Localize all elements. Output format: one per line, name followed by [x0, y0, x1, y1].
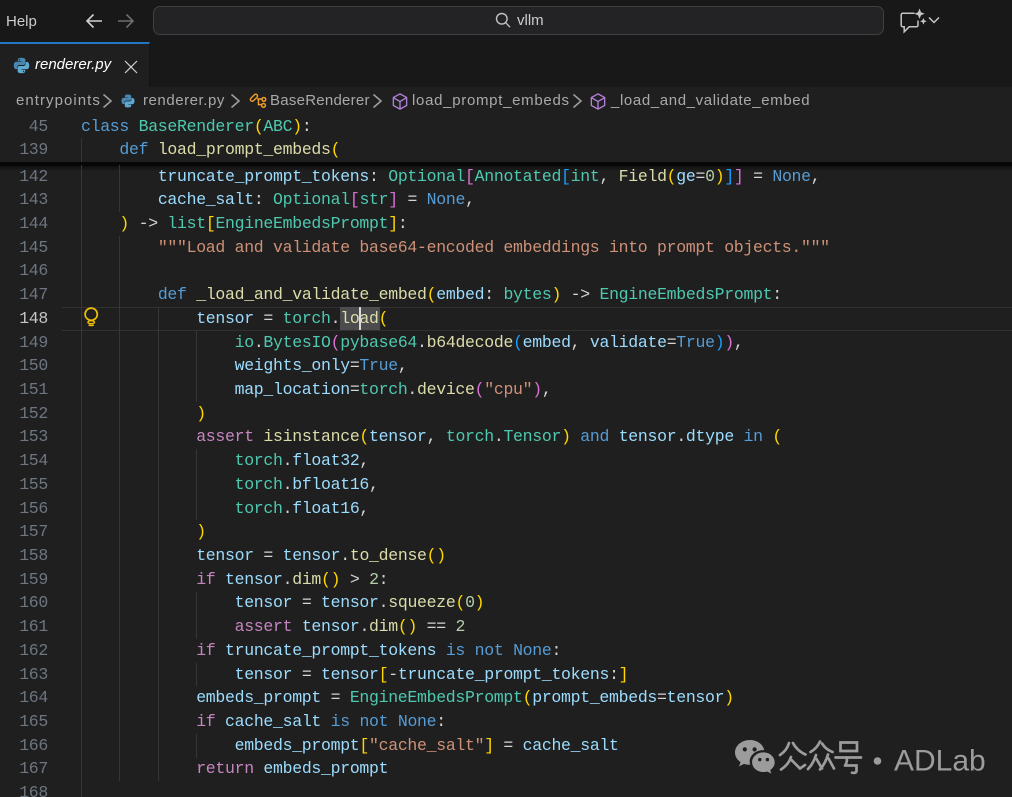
svg-text:ADLab: ADLab [894, 745, 986, 778]
